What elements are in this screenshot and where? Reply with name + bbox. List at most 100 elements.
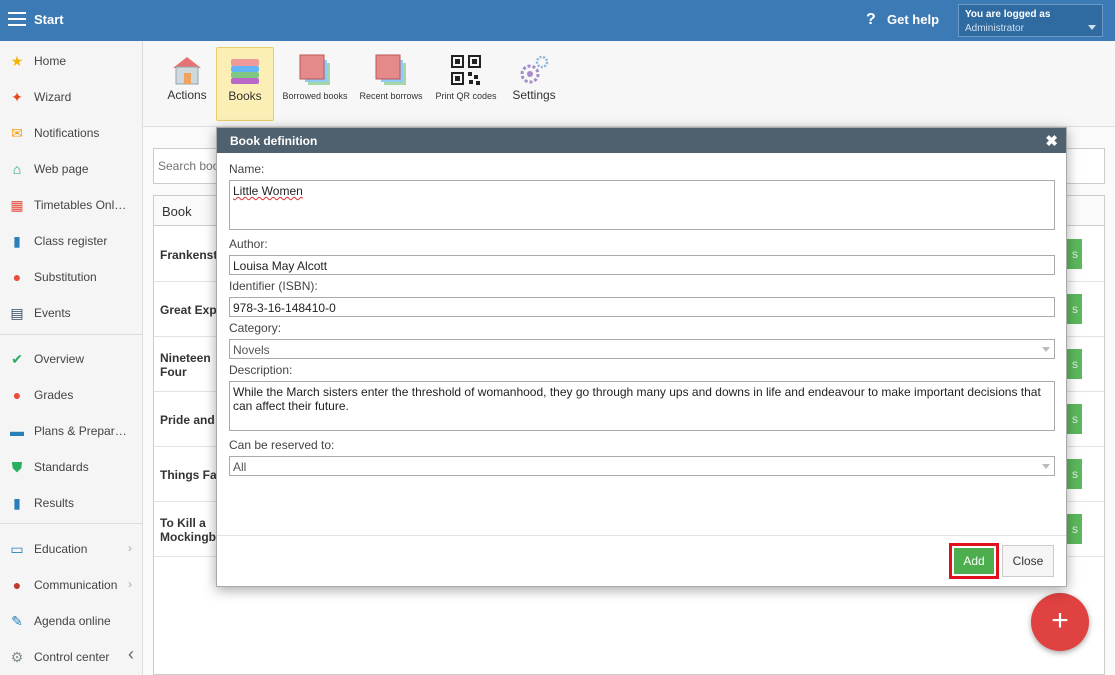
- add-floating-button[interactable]: +: [1031, 593, 1089, 651]
- collapse-sidebar-icon[interactable]: ‹: [128, 644, 134, 665]
- settings-label: Settings: [512, 88, 556, 102]
- recent-borrows-icon: [375, 54, 406, 85]
- chevron-right-icon: ›: [128, 577, 132, 591]
- sidebar-item-standards[interactable]: ⛊ Standards: [0, 448, 142, 484]
- book-title: To Kill a Mockingb: [160, 516, 216, 544]
- sidebar-item-label: Overview: [34, 352, 85, 366]
- menu-icon[interactable]: [8, 12, 26, 26]
- sidebar-item-agenda[interactable]: ✎ Agenda online: [0, 602, 142, 638]
- check-circle-icon: ✔: [11, 351, 23, 367]
- grades-icon: ●: [12, 387, 22, 403]
- sidebar: ★ Home ✦ Wizard ✉ Notifications ⌂ Web pa…: [0, 41, 143, 675]
- user-status-label: You are logged as: [965, 9, 1051, 20]
- close-button[interactable]: Close: [1002, 545, 1054, 577]
- sidebar-item-wizard[interactable]: ✦ Wizard: [0, 78, 142, 114]
- actions-button[interactable]: Actions: [163, 47, 211, 121]
- reserve-label: Can be reserved to:: [229, 438, 335, 452]
- pen-icon: ✎: [11, 613, 23, 629]
- dialog-title: Book definition: [230, 134, 318, 148]
- column-header-book[interactable]: Book: [162, 204, 192, 219]
- category-select[interactable]: Novels: [229, 339, 1055, 359]
- dialog-header: Book definition ✖: [217, 128, 1066, 153]
- name-value: Little Women: [233, 184, 303, 198]
- borrowed-books-label: Borrowed books: [282, 91, 348, 101]
- print-qr-codes-label: Print QR codes: [435, 91, 497, 101]
- sidebar-item-label: Home: [34, 54, 67, 68]
- dialog-footer-divider: [217, 535, 1066, 536]
- sidebar-item-events[interactable]: ▤ Events: [0, 294, 142, 330]
- sidebar-item-substitution[interactable]: ● Substitution: [0, 258, 142, 294]
- envelope-icon: ✉: [11, 125, 23, 141]
- chevron-down-icon: [1088, 25, 1096, 30]
- sidebar-item-home[interactable]: ★ Home: [0, 42, 142, 78]
- sidebar-item-label: Timetables Onl…: [34, 198, 127, 212]
- book-title: Nineteen Four: [160, 351, 211, 379]
- sidebar-item-label: Events: [34, 306, 71, 320]
- star-icon: ★: [10, 53, 24, 69]
- sidebar-item-control-center[interactable]: ⚙ Control center ‹: [0, 638, 142, 674]
- isbn-label: Identifier (ISBN):: [229, 279, 318, 293]
- sidebar-item-plans[interactable]: ▬ Plans & Prepar…: [0, 412, 142, 448]
- sidebar-item-communication[interactable]: ● Communication ›: [0, 566, 142, 602]
- calendar-icon: ▤: [10, 305, 24, 321]
- sidebar-item-label: Notifications: [34, 126, 100, 140]
- person-icon: ●: [12, 269, 22, 285]
- book-definition-dialog: Book definition ✖ Name: Little Women Aut…: [216, 127, 1067, 587]
- recent-borrows-button[interactable]: Recent borrows: [356, 47, 426, 121]
- help-icon[interactable]: ?: [866, 11, 876, 29]
- actions-icon: [173, 57, 201, 85]
- books-stack-icon: [231, 59, 259, 84]
- add-button[interactable]: Add: [954, 548, 994, 574]
- gear-icon: ⚙: [10, 649, 24, 665]
- book-title: Great Exp: [160, 303, 217, 317]
- sidebar-item-label: Standards: [34, 460, 89, 474]
- books-label: Books: [228, 89, 262, 103]
- sidebar-item-results[interactable]: ▮ Results: [0, 484, 142, 520]
- settings-button[interactable]: Settings: [508, 47, 560, 121]
- house-icon: ⌂: [12, 161, 22, 177]
- bar-chart-icon: ▮: [13, 495, 21, 511]
- description-textarea[interactable]: While the March sisters enter the thresh…: [229, 381, 1055, 431]
- print-qr-codes-button[interactable]: Print QR codes: [433, 47, 499, 121]
- reserve-select[interactable]: All: [229, 456, 1055, 476]
- book-title: Frankenst: [160, 248, 218, 262]
- reserve-value: All: [233, 460, 247, 474]
- chat-icon: ●: [12, 577, 22, 593]
- open-book-icon: ▭: [10, 541, 24, 557]
- isbn-input[interactable]: 978-3-16-148410-0: [229, 297, 1055, 317]
- sidebar-item-web-page[interactable]: ⌂ Web page: [0, 150, 142, 186]
- sidebar-item-label: Control center: [34, 650, 110, 664]
- book-icon: ▮: [13, 233, 21, 249]
- sidebar-item-overview[interactable]: ✔ Overview: [0, 340, 142, 376]
- sidebar-item-label: Agenda online: [34, 614, 111, 628]
- sidebar-item-education[interactable]: ▭ Education ›: [0, 530, 142, 566]
- close-icon[interactable]: ✖: [1045, 132, 1058, 150]
- add-button-highlight: Add: [949, 543, 999, 579]
- book-title: Pride and: [160, 413, 215, 427]
- sidebar-item-label: Results: [34, 496, 75, 510]
- sidebar-item-label: Communication: [34, 578, 118, 592]
- qr-code-icon: [451, 55, 481, 85]
- chevron-down-icon: [1042, 464, 1050, 469]
- borrowed-books-button[interactable]: Borrowed books: [279, 47, 351, 121]
- sidebar-item-notifications[interactable]: ✉ Notifications: [0, 114, 142, 150]
- get-help-link[interactable]: Get help: [887, 12, 939, 27]
- plans-icon: ▬: [10, 423, 24, 439]
- name-textarea[interactable]: Little Women: [229, 180, 1055, 230]
- author-input[interactable]: Louisa May Alcott: [229, 255, 1055, 275]
- user-role: Administrator: [965, 23, 1024, 34]
- sidebar-item-timetables[interactable]: ▦ Timetables Onl…: [0, 186, 142, 222]
- user-menu[interactable]: You are logged as Administrator: [958, 4, 1103, 37]
- books-button[interactable]: Books: [216, 47, 274, 121]
- sidebar-divider: [0, 523, 142, 524]
- sidebar-item-label: Wizard: [34, 90, 72, 104]
- shield-icon: ⛊: [11, 459, 23, 475]
- sidebar-item-label: Education: [34, 542, 88, 556]
- sidebar-item-label: Plans & Prepar…: [34, 424, 127, 438]
- recent-borrows-label: Recent borrows: [359, 91, 423, 101]
- sidebar-item-class-register[interactable]: ▮ Class register: [0, 222, 142, 258]
- category-value: Novels: [233, 343, 270, 357]
- name-label: Name:: [229, 162, 265, 176]
- app-title[interactable]: Start: [34, 12, 64, 27]
- sidebar-item-grades[interactable]: ● Grades: [0, 376, 142, 412]
